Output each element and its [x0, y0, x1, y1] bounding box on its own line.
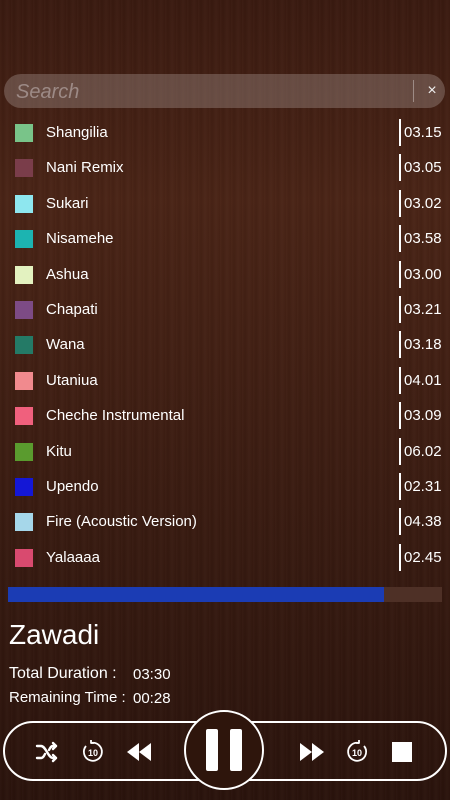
track-duration: 06.02: [404, 442, 442, 460]
track-row[interactable]: Chapati 03.21: [0, 292, 450, 327]
track-row[interactable]: Yalaaaa 02.45: [0, 540, 450, 575]
track-row[interactable]: Wana 03.18: [0, 327, 450, 362]
track-row[interactable]: Cheche Instrumental 03.09: [0, 398, 450, 433]
now-playing-title: Zawadi: [9, 619, 100, 650]
track-color-swatch: [15, 477, 33, 496]
track-divider: [399, 119, 401, 146]
track-title: Yalaaaa: [46, 548, 100, 566]
track-title: Wana: [46, 336, 85, 354]
track-duration: 03.02: [404, 194, 442, 212]
track-divider: [399, 366, 401, 394]
track-color-swatch: [15, 336, 33, 355]
progress-fill: [8, 587, 384, 602]
track-divider: [399, 508, 401, 536]
track-title: Chapati: [46, 300, 98, 318]
track-color-swatch: [15, 513, 33, 532]
track-divider: [399, 260, 401, 288]
track-duration: 03.05: [404, 159, 442, 177]
track-title: Shangilia: [46, 124, 108, 141]
track-color-swatch: [15, 124, 33, 142]
track-list: Shangilia 03.15 Nani Remix 03.05 Sukari 03.02…: [0, 115, 450, 575]
search-input[interactable]: [14, 74, 413, 110]
total-duration-label: Total Duration :: [9, 665, 117, 682]
track-row[interactable]: Ashua 03.00: [0, 257, 450, 292]
track-duration: 04.38: [404, 513, 442, 531]
pause-icon: [206, 729, 242, 771]
track-row[interactable]: Nisamehe 03.58: [0, 221, 450, 256]
track-title: Upendo: [46, 477, 99, 495]
track-title: Sukari: [46, 194, 89, 212]
track-divider: [399, 154, 401, 182]
search-bar[interactable]: ×: [4, 74, 446, 110]
track-title: Utaniua: [46, 371, 98, 389]
track-color-swatch: [15, 548, 33, 567]
track-duration: 03.18: [404, 336, 442, 354]
track-row[interactable]: Sukari 03.02: [0, 186, 450, 221]
track-duration: 03.58: [404, 230, 442, 248]
track-color-swatch: [15, 442, 33, 461]
track-divider: [399, 295, 401, 323]
track-duration: 02.31: [404, 477, 442, 495]
track-title: Cheche Instrumental: [46, 407, 185, 425]
track-divider: [399, 402, 401, 430]
track-row[interactable]: Upendo 02.31: [0, 469, 450, 504]
track-row[interactable]: Nani Remix 03.05: [0, 150, 450, 185]
track-row[interactable]: Fire (Acoustic Version) 04.38: [0, 504, 450, 539]
track-color-swatch: [15, 230, 33, 249]
pause-button[interactable]: [184, 710, 264, 790]
track-divider: [399, 189, 401, 217]
previous-icon[interactable]: [125, 739, 153, 765]
track-duration: 03.21: [404, 300, 442, 318]
track-color-swatch: [15, 407, 33, 426]
track-duration: 03.00: [404, 265, 442, 283]
remaining-time-label: Remaining Time :: [9, 689, 126, 706]
track-duration: 03.09: [404, 407, 442, 425]
track-color-swatch: [15, 371, 33, 390]
playback-progress-bar[interactable]: [8, 587, 442, 602]
track-row[interactable]: Kitu 06.02: [0, 434, 450, 469]
track-title: Nisamehe: [46, 230, 114, 248]
total-duration-value: 03:30: [133, 666, 171, 683]
track-duration: 03.15: [404, 124, 442, 141]
track-color-swatch: [15, 159, 33, 178]
track-color-swatch: [15, 194, 33, 213]
forward-seconds-label: 10: [352, 748, 362, 758]
search-divider: [413, 80, 414, 102]
track-row[interactable]: Shangilia 03.15: [0, 115, 450, 150]
forward-10-icon[interactable]: 10: [344, 738, 370, 764]
track-title: Kitu: [46, 442, 72, 460]
track-title: Nani Remix: [46, 159, 124, 177]
track-row[interactable]: Utaniua 04.01: [0, 363, 450, 398]
track-divider: [399, 472, 401, 500]
track-duration: 02.45: [404, 548, 442, 566]
shuffle-icon[interactable]: [34, 739, 60, 765]
rewind-seconds-label: 10: [88, 748, 98, 758]
track-divider: [399, 225, 401, 253]
track-divider: [399, 543, 401, 571]
track-duration: 04.01: [404, 371, 442, 389]
track-color-swatch: [15, 265, 33, 284]
track-color-swatch: [15, 300, 33, 319]
track-title: Fire (Acoustic Version): [46, 513, 197, 531]
next-icon[interactable]: [298, 739, 326, 765]
track-title: Ashua: [46, 265, 89, 283]
track-divider: [399, 331, 401, 359]
rewind-10-icon[interactable]: 10: [80, 738, 106, 764]
clear-search-icon[interactable]: ×: [418, 74, 446, 108]
stop-icon[interactable]: [391, 741, 413, 763]
track-divider: [399, 437, 401, 465]
remaining-time-value: 00:28: [133, 690, 171, 707]
